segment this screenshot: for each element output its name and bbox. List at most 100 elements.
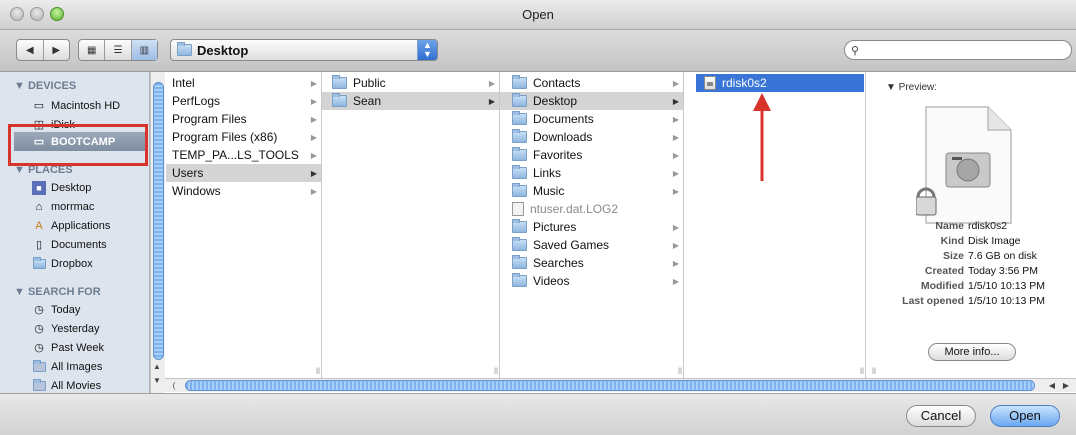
dialog-footer: Cancel Open: [0, 393, 1076, 435]
list-item[interactable]: Program Files ▶: [166, 110, 321, 128]
search-icon: ⚲: [851, 45, 860, 57]
documents-icon: ▯: [35, 239, 43, 251]
list-item-selected[interactable]: Desktop ▶: [500, 92, 683, 110]
item-label: Sean: [353, 94, 382, 108]
column-desktop: rdisk0s2 ll: [684, 72, 866, 378]
applications-icon: A: [35, 219, 43, 232]
sidebar-item-label: Past Week: [51, 341, 104, 354]
sidebar-item-desktop[interactable]: ■ Desktop: [32, 178, 147, 197]
sidebar-item-macintosh-hd[interactable]: ▭ Macintosh HD: [32, 96, 147, 115]
list-item[interactable]: Windows ▶: [166, 182, 321, 200]
column-users: Public ▶ Sean ▶ ll: [322, 72, 500, 378]
list-item-selected[interactable]: rdisk0s2: [696, 74, 864, 92]
column-drive-root: Intel ▶ PerfLogs ▶ Program Files ▶ Program …: [166, 72, 322, 378]
list-item[interactable]: Downloads ▶: [500, 128, 683, 146]
chevron-right-icon: ▶: [672, 132, 680, 142]
sidebar-item-applications[interactable]: A Applications: [32, 216, 147, 235]
scroll-right-arrow-icon[interactable]: ▶: [1059, 379, 1073, 392]
more-info-button[interactable]: More info...: [928, 343, 1016, 361]
folder-icon: [332, 75, 347, 89]
icon-view-icon[interactable]: ▦: [79, 40, 106, 60]
sidebar-scrollbar[interactable]: ▲ ▼: [150, 72, 165, 398]
hard-disk-icon: ▭: [33, 100, 45, 112]
annotation-arrow-icon: [753, 93, 771, 181]
list-item-disabled: ntuser.dat.LOG2: [500, 200, 683, 218]
item-label: Documents: [533, 112, 594, 126]
cancel-button[interactable]: Cancel: [906, 405, 976, 427]
sidebar-item-label: All Images: [51, 360, 103, 373]
column-resize-grip-icon[interactable]: ll: [494, 366, 498, 376]
list-item[interactable]: Videos ▶: [500, 272, 683, 290]
window-title: Open: [522, 7, 554, 22]
list-item[interactable]: Links ▶: [500, 164, 683, 182]
chevron-right-icon: ▶: [310, 132, 318, 142]
list-item[interactable]: PerfLogs ▶: [166, 92, 321, 110]
list-item[interactable]: Saved Games ▶: [500, 236, 683, 254]
search-for-header: ▼ SEARCH FOR: [14, 286, 101, 298]
preview-header: ▼ Preview:: [886, 82, 938, 93]
search-field[interactable]: ⚲: [844, 40, 1072, 60]
sidebar-item-all-images[interactable]: All Images: [32, 357, 147, 376]
sidebar-item-yesterday[interactable]: ◷ Yesterday: [32, 319, 147, 338]
chevron-right-icon: ▶: [672, 276, 680, 286]
disk-image-preview-icon: [916, 106, 1012, 224]
toolbar: ◀ ▶ ▦ ☰ ▥ Desktop ▲ ▼ ⚲: [0, 30, 1076, 72]
scroll-down-arrow-icon[interactable]: ▼: [153, 376, 161, 385]
list-item[interactable]: Favorites ▶: [500, 146, 683, 164]
sidebar-item-morrmac[interactable]: ⌂ morrmac: [32, 197, 147, 216]
list-item-selected[interactable]: Users ▶: [166, 164, 321, 182]
chevron-right-icon: ▶: [672, 186, 680, 196]
sidebar-item-today[interactable]: ◷ Today: [32, 300, 147, 319]
column-resize-grip-icon[interactable]: ll: [316, 366, 320, 376]
list-item[interactable]: Program Files (x86) ▶: [166, 128, 321, 146]
folder-icon: [512, 255, 527, 269]
list-view-icon[interactable]: ☰: [105, 40, 132, 60]
sidebar-scroll-thumb[interactable]: [153, 82, 164, 360]
sidebar-item-label: Applications: [51, 219, 111, 232]
column-resize-grip-icon[interactable]: ll: [678, 366, 682, 376]
list-item[interactable]: TEMP_PA...LS_TOOLS ▶: [166, 146, 321, 164]
chevron-right-icon: ▶: [672, 222, 680, 232]
list-item[interactable]: Public ▶: [322, 74, 499, 92]
sidebar-item-label: Yesterday: [51, 322, 100, 335]
home-icon: ⌂: [35, 200, 43, 213]
column-view-icon[interactable]: ▥: [131, 40, 157, 60]
sidebar-item-past-week[interactable]: ◷ Past Week: [32, 338, 147, 357]
sidebar-item-documents[interactable]: ▯ Documents: [32, 235, 147, 254]
column-resize-grip-icon[interactable]: ll: [860, 366, 864, 376]
file-icon: [512, 202, 524, 216]
chevron-right-icon: ▶: [310, 114, 318, 124]
back-arrow-icon[interactable]: ◀: [17, 40, 44, 60]
forward-arrow-icon[interactable]: ▶: [44, 40, 70, 60]
open-button[interactable]: Open: [990, 405, 1060, 427]
column-resize-grip-icon[interactable]: ll: [872, 366, 876, 376]
folder-icon: [512, 219, 527, 233]
sidebar-item-dropbox[interactable]: Dropbox: [32, 254, 147, 273]
folder-icon: [177, 42, 192, 56]
list-item[interactable]: Pictures ▶: [500, 218, 683, 236]
chevron-right-icon: ▶: [672, 150, 680, 160]
chevron-right-icon: ▶: [310, 150, 318, 160]
list-item[interactable]: Documents ▶: [500, 110, 683, 128]
search-input[interactable]: [867, 43, 1063, 57]
item-label: Searches: [533, 256, 584, 270]
horizontal-scroll-thumb[interactable]: [185, 380, 1035, 391]
item-label: PerfLogs: [172, 94, 221, 108]
list-item-selected[interactable]: Sean ▶: [322, 92, 499, 110]
location-popup[interactable]: Desktop ▲ ▼: [170, 39, 438, 61]
item-label: ntuser.dat.LOG2: [530, 202, 619, 216]
scroll-left-arrow-icon[interactable]: (: [167, 379, 181, 392]
chevron-right-icon: ▶: [672, 168, 680, 178]
info-size-row: Size 7.6 GB on disk: [942, 250, 1037, 262]
horizontal-scrollbar[interactable]: ( ◀ ▶: [165, 378, 1076, 392]
list-item[interactable]: Searches ▶: [500, 254, 683, 272]
sidebar-item-label: Macintosh HD: [51, 99, 121, 112]
list-item[interactable]: Music ▶: [500, 182, 683, 200]
list-item[interactable]: Contacts ▶: [500, 74, 683, 92]
folder-icon: [332, 93, 347, 107]
folder-icon: [512, 147, 527, 161]
scroll-left-arrow-icon[interactable]: ◀: [1045, 379, 1059, 392]
scroll-up-arrow-icon[interactable]: ▲: [153, 362, 161, 371]
list-item[interactable]: Intel ▶: [166, 74, 321, 92]
sidebar-item-label: All Movies: [51, 379, 102, 392]
